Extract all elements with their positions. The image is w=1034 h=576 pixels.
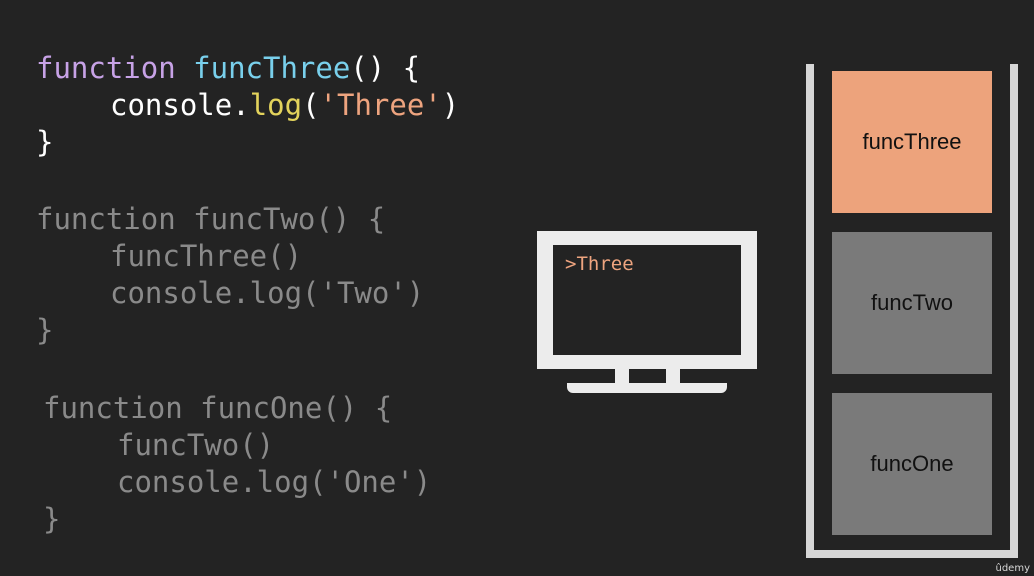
code-line: console.log('Three') [36,87,459,124]
code-keyword: function [36,51,176,85]
monitor-frame: >Three [537,231,757,369]
stack-frame-label: funcOne [870,451,954,476]
stack-wall-right [1010,64,1018,558]
code-block-func-one: function funcOne() {funcTwo() console.log… [43,390,431,538]
code-line: } [36,125,54,159]
code-punctuation: () { [350,51,421,85]
monitor-stand-right [666,369,680,383]
code-line: } [43,502,61,536]
code-punctuation: ) [441,88,460,122]
monitor-stand-left [615,369,629,383]
code-line: function funcThree() { [36,50,459,87]
console-output: >Three [565,253,634,275]
code-object: console. [110,88,250,122]
code-line: } [36,313,54,347]
code-line: funcTwo() [117,428,275,462]
code-punctuation: ( [302,88,320,122]
code-line: function funcOne() { [43,391,393,425]
monitor-base [567,383,727,393]
code-line: console.log('Two') [110,276,425,310]
code-block-func-three: function funcThree() {console.log('Three… [36,50,459,161]
stack-frame-func-three: funcThree [832,71,992,213]
code-line: funcThree() [110,239,303,273]
code-string: 'Three' [319,88,442,122]
code-method: log [249,88,303,122]
stack-frame-label: funcThree [862,129,962,154]
udemy-watermark: ûdemy [995,563,1031,574]
stack-frame-func-two: funcTwo [832,232,992,374]
stack-wall-left [806,64,814,558]
code-line: console.log('One') [117,465,432,499]
stack-wall-bottom [806,550,1018,558]
stack-frame-func-one: funcOne [832,393,992,535]
console-monitor-icon: >Three [537,231,757,393]
call-stack: funcThree funcTwo funcOne [806,64,1018,558]
console-screen: >Three [553,245,741,355]
code-line: function funcTwo() { [36,202,386,236]
code-block-func-two: function funcTwo() {funcThree() console.l… [36,201,424,349]
code-function-name: funcThree [193,51,351,85]
stack-frame-label: funcTwo [871,290,953,315]
